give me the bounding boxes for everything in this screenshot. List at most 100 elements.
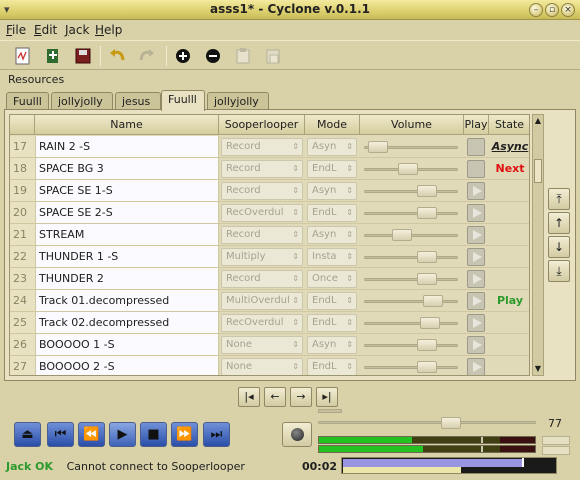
- mode-select[interactable]: Once ⇕: [307, 270, 357, 288]
- volume-slider-thumb[interactable]: [416, 361, 437, 373]
- track-play-button[interactable]: [467, 336, 485, 354]
- mode-select[interactable]: Asyn ⇕: [307, 226, 357, 244]
- nav-prev-button[interactable]: ←: [264, 387, 286, 407]
- track-name[interactable]: STREAM: [35, 224, 219, 246]
- sooperlooper-select[interactable]: RecOverdul ⇕: [221, 314, 303, 332]
- fast-forward-button[interactable]: ⏩: [171, 422, 198, 447]
- table-row[interactable]: 25 Track 02.decompressed RecOverdul ⇕ EndL ⇕: [10, 312, 529, 334]
- header-mode[interactable]: Mode: [305, 115, 360, 135]
- tab-fuulll-1[interactable]: Fuulll: [6, 92, 49, 110]
- volume-slider-thumb[interactable]: [416, 273, 437, 285]
- save-icon[interactable]: [72, 45, 94, 67]
- menu-jack[interactable]: Jack: [65, 23, 89, 37]
- move-up-button[interactable]: ↑: [548, 212, 570, 234]
- master-volume-thumb[interactable]: [440, 417, 461, 429]
- sooperlooper-select[interactable]: Record ⇕: [221, 270, 303, 288]
- volume-slider-thumb[interactable]: [416, 251, 437, 263]
- sooperlooper-select[interactable]: None ⇕: [221, 336, 303, 354]
- table-row[interactable]: 17 RAIN 2 -S Record ⇕ Asyn ⇕ Async: [10, 136, 529, 158]
- table-row[interactable]: 27 BOOOOO 2 -S None ⇕ EndL ⇕: [10, 356, 529, 375]
- header-volume[interactable]: Volume: [360, 115, 464, 135]
- maximize-icon[interactable]: ▫: [545, 3, 559, 17]
- open-icon[interactable]: [42, 45, 64, 67]
- header-name[interactable]: Name: [35, 115, 219, 135]
- mode-select[interactable]: EndL ⇕: [307, 314, 357, 332]
- track-name[interactable]: THUNDER 2: [35, 268, 219, 290]
- mode-select[interactable]: Insta ⇕: [307, 248, 357, 266]
- track-play-button[interactable]: [467, 270, 485, 288]
- track-play-button[interactable]: [467, 248, 485, 266]
- mode-select[interactable]: EndL ⇕: [307, 204, 357, 222]
- track-play-button[interactable]: [467, 226, 485, 244]
- volume-slider-thumb[interactable]: [392, 229, 412, 241]
- meter-reset-button-1[interactable]: [542, 436, 570, 445]
- volume-slider-thumb[interactable]: [397, 163, 418, 175]
- add-icon[interactable]: [172, 45, 194, 67]
- mode-select[interactable]: Asyn ⇕: [307, 336, 357, 354]
- position-progress[interactable]: [341, 457, 557, 474]
- header-sooperlooper[interactable]: Sooperlooper: [219, 115, 305, 135]
- undo-icon[interactable]: [106, 45, 128, 67]
- new-icon[interactable]: [12, 45, 34, 67]
- tab-fuulll-2[interactable]: Fuulll: [161, 90, 205, 111]
- volume-slider-thumb[interactable]: [420, 317, 440, 329]
- cut-icon[interactable]: [232, 45, 254, 67]
- track-play-button[interactable]: [467, 314, 485, 332]
- track-play-button[interactable]: [467, 358, 485, 375]
- track-name[interactable]: RAIN 2 -S: [35, 136, 219, 158]
- mode-select[interactable]: EndL ⇕: [307, 292, 357, 310]
- track-name[interactable]: BOOOOO 2 -S: [35, 356, 219, 375]
- eject-button[interactable]: ⏏: [14, 422, 41, 447]
- table-row[interactable]: 20 SPACE SE 2-S RecOverdul ⇕ EndL ⇕: [10, 202, 529, 224]
- move-down-button[interactable]: ↓: [548, 236, 570, 258]
- table-row[interactable]: 23 THUNDER 2 Record ⇕ Once ⇕: [10, 268, 529, 290]
- track-name[interactable]: SPACE BG 3: [35, 158, 219, 180]
- track-name[interactable]: BOOOOO 1 -S: [35, 334, 219, 356]
- table-scrollbar[interactable]: ▲ ▼: [532, 114, 544, 376]
- nav-first-button[interactable]: |◂: [238, 387, 260, 407]
- volume-slider-thumb[interactable]: [416, 185, 437, 197]
- scrollbar-thumb[interactable]: [534, 159, 542, 183]
- sooperlooper-select[interactable]: MultiOverdul ⇕: [221, 292, 303, 310]
- menu-file[interactable]: File: [6, 23, 26, 37]
- tab-jesus[interactable]: jesus: [115, 92, 161, 110]
- menu-help[interactable]: Help: [95, 23, 122, 37]
- track-name[interactable]: Track 01.decompressed: [35, 290, 219, 312]
- sooperlooper-select[interactable]: Multiply ⇕: [221, 248, 303, 266]
- nav-next-button[interactable]: →: [290, 387, 312, 407]
- sooperlooper-select[interactable]: Record ⇕: [221, 138, 303, 156]
- track-name[interactable]: SPACE SE 1-S: [35, 180, 219, 202]
- volume-slider-thumb[interactable]: [368, 141, 389, 153]
- paste-icon[interactable]: [262, 45, 284, 67]
- mode-select[interactable]: EndL ⇕: [307, 160, 357, 178]
- sooperlooper-select[interactable]: None ⇕: [221, 358, 303, 375]
- table-row[interactable]: 18 SPACE BG 3 Record ⇕ EndL ⇕ Next: [10, 158, 529, 180]
- header-state[interactable]: State: [489, 115, 529, 135]
- header-play[interactable]: Play: [464, 115, 489, 135]
- play-button[interactable]: ▶: [109, 422, 136, 447]
- nav-last-button[interactable]: ▸|: [316, 387, 338, 407]
- rewind-button[interactable]: ⏪: [78, 422, 105, 447]
- move-top-button[interactable]: ⤒: [548, 188, 570, 210]
- close-icon[interactable]: ×: [561, 3, 575, 17]
- sooperlooper-select[interactable]: Record ⇕: [221, 160, 303, 178]
- skip-back-button[interactable]: ⏮: [47, 422, 74, 447]
- mode-select[interactable]: Asyn ⇕: [307, 182, 357, 200]
- table-row[interactable]: 24 Track 01.decompressed MultiOverdul ⇕ EndL…: [10, 290, 529, 312]
- track-play-button[interactable]: [467, 292, 485, 310]
- volume-slider-thumb[interactable]: [416, 339, 437, 351]
- meter-reset-button-2[interactable]: [542, 446, 570, 455]
- stop-button[interactable]: ■: [140, 422, 167, 447]
- track-play-button[interactable]: [467, 182, 485, 200]
- table-row[interactable]: 22 THUNDER 1 -S Multiply ⇕ Insta ⇕: [10, 246, 529, 268]
- track-name[interactable]: THUNDER 1 -S: [35, 246, 219, 268]
- tab-jollyjolly-2[interactable]: jollyjolly: [207, 92, 269, 110]
- scroll-down-icon[interactable]: ▼: [533, 363, 543, 375]
- remove-icon[interactable]: [202, 45, 224, 67]
- track-name[interactable]: SPACE SE 2-S: [35, 202, 219, 224]
- volume-slider-thumb[interactable]: [422, 295, 443, 307]
- record-button[interactable]: [282, 422, 312, 447]
- track-play-button[interactable]: [467, 204, 485, 222]
- volume-slider-thumb[interactable]: [416, 207, 437, 219]
- master-volume-slider[interactable]: [318, 417, 536, 429]
